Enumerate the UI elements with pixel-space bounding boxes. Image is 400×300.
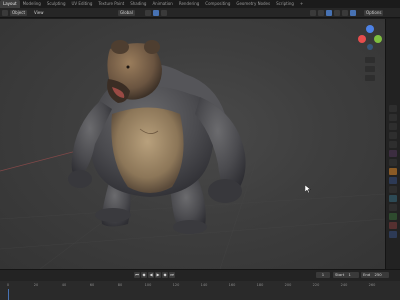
solid-shading-icon[interactable] xyxy=(334,10,340,16)
object-mode-dropdown[interactable]: Object xyxy=(10,10,28,16)
material-properties-icon[interactable] xyxy=(389,222,397,229)
end-label: End xyxy=(363,272,371,277)
jump-end-button[interactable]: ⏭ xyxy=(169,272,175,278)
tab-uv-editing[interactable]: UV Editing xyxy=(69,0,96,8)
play-button[interactable]: ▶ xyxy=(155,272,161,278)
end-frame-field[interactable]: End 250 xyxy=(361,272,389,278)
ruler-tick: 80 xyxy=(117,283,123,287)
tab-modeling[interactable]: Modeling xyxy=(20,0,44,8)
ruler-tick: 120 xyxy=(172,283,180,287)
tab-rendering[interactable]: Rendering xyxy=(176,0,202,8)
play-reverse-button[interactable]: ◀ xyxy=(148,272,154,278)
tab-geometry-nodes[interactable]: Geometry Nodes xyxy=(233,0,273,8)
physics-icon[interactable] xyxy=(389,195,397,202)
properties-tabs xyxy=(385,19,400,269)
start-frame-field[interactable]: Start 1 xyxy=(333,272,359,278)
tab-animation[interactable]: Animation xyxy=(149,0,175,8)
view-layer-icon[interactable] xyxy=(389,132,397,139)
z-axis-icon xyxy=(366,25,374,33)
tab-layout[interactable]: Layout xyxy=(0,0,20,8)
zoom-icon xyxy=(365,57,375,63)
ruler-tick: 200 xyxy=(284,283,292,287)
ruler-tick: 220 xyxy=(312,283,320,287)
pivot-icon[interactable] xyxy=(145,10,151,16)
x-axis-icon xyxy=(358,35,366,43)
proportional-edit-icon[interactable] xyxy=(161,10,167,16)
ruler-tick: 0 xyxy=(6,283,10,287)
camera-view-icon xyxy=(365,75,375,81)
start-label: Start xyxy=(335,272,345,277)
orientation-dropdown[interactable]: Global xyxy=(118,10,135,16)
ruler-tick: 100 xyxy=(144,283,152,287)
pan-icon xyxy=(365,66,375,72)
tab-sculpting[interactable]: Sculpting xyxy=(44,0,69,8)
ruler-tick: 60 xyxy=(89,283,95,287)
texture-properties-icon[interactable] xyxy=(389,231,397,238)
ruler-tick: 180 xyxy=(256,283,264,287)
snap-icon[interactable] xyxy=(153,10,159,16)
particles-icon[interactable] xyxy=(389,186,397,193)
tool-settings-icon[interactable] xyxy=(389,105,397,112)
y-axis-icon xyxy=(374,35,382,43)
modifier-properties-icon[interactable] xyxy=(389,177,397,184)
render-properties-icon[interactable] xyxy=(389,114,397,121)
object-properties-icon[interactable] xyxy=(389,168,397,175)
view-menu[interactable]: View xyxy=(32,10,46,16)
ruler-tick: 20 xyxy=(33,283,39,287)
tab-texture-paint[interactable]: Texture Paint xyxy=(95,0,127,8)
start-value: 1 xyxy=(348,272,351,277)
show-gizmo-icon[interactable] xyxy=(310,10,316,16)
xray-icon[interactable] xyxy=(326,10,332,16)
jump-start-button[interactable]: ⏮ xyxy=(134,272,140,278)
editor-type-icon[interactable] xyxy=(2,10,8,16)
tab-scripting[interactable]: Scripting xyxy=(273,0,297,8)
tab-shading[interactable]: Shading xyxy=(127,0,149,8)
ruler-tick: 40 xyxy=(61,283,67,287)
material-preview-icon[interactable] xyxy=(342,10,348,16)
options-dropdown[interactable]: Options xyxy=(364,10,384,16)
prev-keyframe-button[interactable]: ◆ xyxy=(141,272,147,278)
current-frame-field[interactable]: 1 xyxy=(316,272,330,278)
world-properties-icon[interactable] xyxy=(389,150,397,157)
mouse-pointer-icon xyxy=(305,185,311,194)
output-properties-icon[interactable] xyxy=(389,123,397,130)
end-value: 250 xyxy=(374,272,382,277)
ruler-tick: 240 xyxy=(340,283,348,287)
add-workspace-button[interactable]: + xyxy=(297,0,306,8)
tab-compositing[interactable]: Compositing xyxy=(202,0,233,8)
navigation-gizmo[interactable] xyxy=(355,19,385,89)
viewport-header: Object View Global Options xyxy=(0,8,400,18)
3d-viewport[interactable] xyxy=(0,19,385,269)
collection-properties-icon[interactable] xyxy=(389,159,397,166)
workspace-tabs: Layout Modeling Sculpting UV Editing Tex… xyxy=(0,0,400,8)
viewport-scene xyxy=(0,40,385,269)
overlay-icon[interactable] xyxy=(318,10,324,16)
timeline-ruler[interactable]: 0 20 40 60 80 100 120 140 160 180 200 22… xyxy=(0,281,400,300)
rendered-shading-icon[interactable] xyxy=(350,10,356,16)
data-properties-icon[interactable] xyxy=(389,213,397,220)
next-keyframe-button[interactable]: ◆ xyxy=(162,272,168,278)
ruler-tick: 160 xyxy=(228,283,236,287)
ruler-tick: 140 xyxy=(200,283,208,287)
scene-properties-icon[interactable] xyxy=(389,141,397,148)
playhead[interactable] xyxy=(8,289,9,300)
constraints-icon[interactable] xyxy=(389,204,397,211)
ruler-tick: 260 xyxy=(368,283,376,287)
